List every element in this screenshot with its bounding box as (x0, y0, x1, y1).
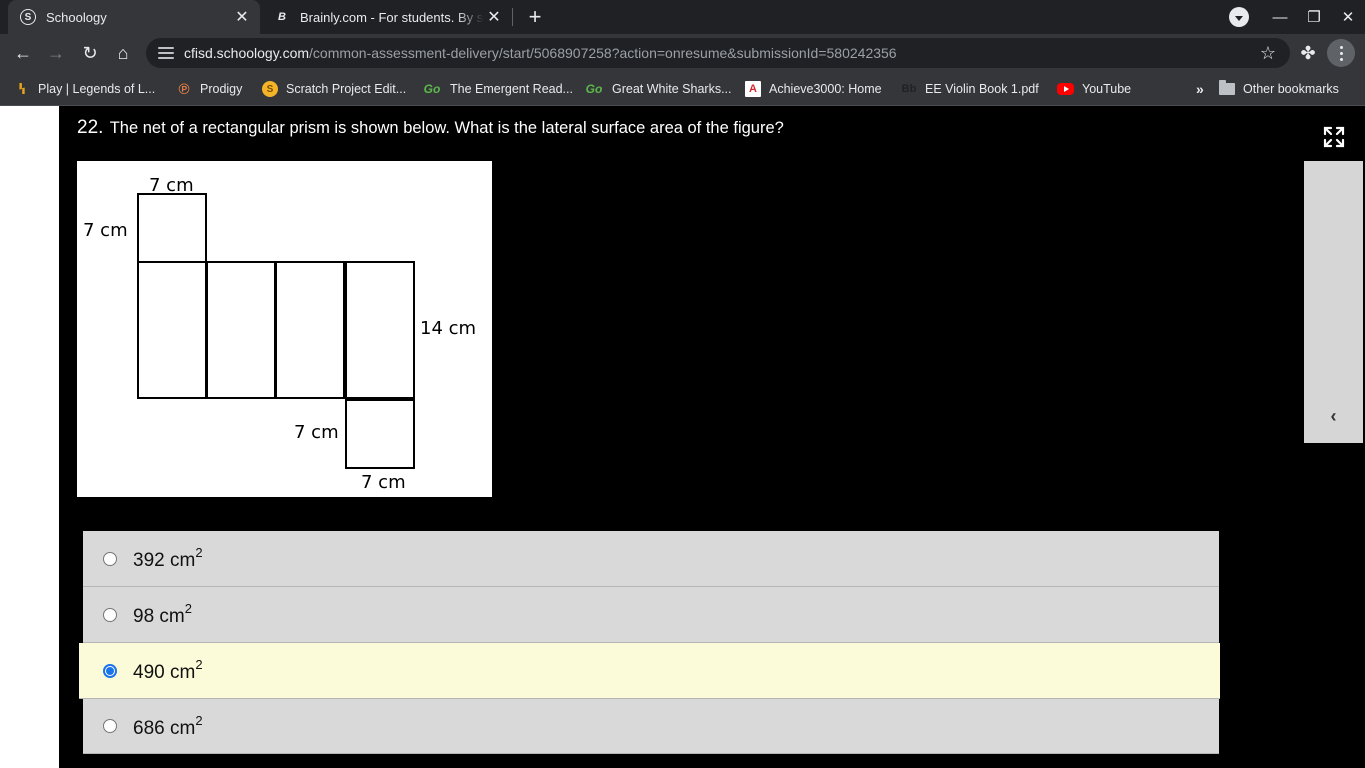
browser-menu-icon[interactable] (1327, 39, 1355, 67)
question-number: 22. (77, 117, 104, 138)
bookmark-youtube[interactable]: YouTube (1057, 78, 1131, 100)
tab-title: Schoology (46, 9, 107, 25)
choice-b[interactable]: 98 cm2 (83, 587, 1219, 643)
tab-title: Brainly.com - For students. By students (300, 9, 484, 25)
tab-strip: S Schoology ✕ B Brainly.com - For studen… (0, 0, 1365, 34)
other-bookmarks[interactable]: Other bookmarks (1219, 78, 1339, 100)
schoology-icon: S (20, 9, 36, 25)
bookmark-star-icon[interactable]: ☆ (1260, 43, 1276, 64)
fullscreen-icon[interactable] (1304, 112, 1363, 162)
forward-icon[interactable]: → (41, 38, 71, 68)
bookmark-great-white-sharks[interactable]: Go Great White Sharks... (584, 78, 732, 100)
net-bottom-face (345, 399, 415, 469)
browser-toolbar: ← → ↻ ⌂ cfisd.schoology.com/common-asses… (0, 34, 1365, 72)
bookmark-achieve3000[interactable]: A Achieve3000: Home (745, 78, 882, 100)
bookmarks-overflow-icon[interactable]: » (1196, 78, 1204, 100)
label-bottom-width: 7 cm (361, 472, 406, 493)
bookmark-violin-book[interactable]: Bb EE Violin Book 1.pdf (901, 78, 1039, 100)
choice-label: 392 cm2 (133, 545, 203, 571)
net-top-face (137, 193, 207, 263)
achieve-icon: A (745, 81, 761, 97)
net-lateral-face-4 (345, 261, 415, 399)
net-lateral-face-2 (206, 261, 276, 399)
folder-icon (1219, 80, 1235, 95)
radio-choice-b[interactable] (103, 607, 117, 622)
choice-label: 686 cm2 (133, 712, 203, 739)
label-side-height: 14 cm (420, 318, 476, 339)
site-info-icon[interactable] (158, 45, 174, 61)
label-top-width: 7 cm (149, 175, 194, 196)
choice-d[interactable]: 686 cm2 (83, 699, 1219, 754)
bookmark-emergent-reader[interactable]: Go The Emergent Read... (422, 78, 573, 100)
radio-choice-d[interactable] (103, 719, 117, 733)
question-text: The net of a rectangular prism is shown … (109, 119, 784, 137)
prodigy-icon: ℗ (178, 80, 190, 98)
radio-choice-c[interactable] (103, 663, 117, 678)
question-prompt: 22. The net of a rectangular prism is sh… (77, 117, 784, 139)
go-icon: Go (585, 82, 603, 96)
label-top-height: 7 cm (83, 220, 128, 241)
choice-a[interactable]: 392 cm2 (83, 531, 1219, 587)
assessment-page: 22. The net of a rectangular prism is sh… (0, 106, 1365, 768)
tab-separator (512, 8, 513, 26)
tab-search-icon[interactable] (1229, 7, 1249, 27)
reload-icon[interactable]: ↻ (75, 38, 105, 68)
close-icon[interactable]: ✕ (232, 7, 252, 27)
choice-label: 98 cm2 (133, 601, 192, 627)
close-icon[interactable]: ✕ (484, 7, 504, 27)
url-text: cfisd.schoology.com/common-assessment-de… (184, 45, 897, 61)
bookmarks-bar: ꝇ Play | Legends of L... ℗ Prodigy S Scr… (0, 72, 1365, 106)
choice-c[interactable]: 490 cm2 (79, 643, 1220, 699)
bookmark-legends[interactable]: ꝇ Play | Legends of L... (14, 78, 155, 100)
go-icon: Go (423, 82, 441, 96)
tab-schoology[interactable]: S Schoology ✕ (8, 0, 260, 34)
net-lateral-face-3 (275, 261, 345, 399)
label-bottom-height: 7 cm (294, 422, 339, 443)
new-tab-icon[interactable]: + (522, 4, 548, 30)
back-icon[interactable]: ← (8, 38, 38, 68)
restore-icon[interactable]: ❐ (1297, 0, 1331, 34)
extensions-icon[interactable]: ✤ (1294, 38, 1322, 68)
youtube-icon (1057, 83, 1074, 95)
prism-net-diagram: 7 cm 7 cm 14 cm 7 cm 7 cm (83, 175, 476, 493)
expand-arrows-icon (1323, 126, 1344, 148)
tab-brainly[interactable]: B Brainly.com - For students. By student… (262, 0, 512, 34)
chevron-left-icon[interactable]: ‹ (1304, 401, 1363, 431)
address-bar[interactable]: cfisd.schoology.com/common-assessment-de… (146, 38, 1290, 68)
net-lateral-face-1 (137, 261, 207, 399)
scratch-icon: S (262, 81, 278, 97)
close-window-icon[interactable]: ✕ (1331, 0, 1365, 34)
radio-choice-a[interactable] (103, 551, 117, 566)
brainly-icon: B (278, 11, 286, 23)
legends-icon: ꝇ (18, 80, 26, 97)
bookmark-scratch[interactable]: S Scratch Project Edit... (262, 78, 406, 100)
left-gutter (0, 106, 59, 768)
choice-label: 490 cm2 (133, 657, 203, 683)
blackboard-icon: Bb (901, 83, 917, 95)
home-icon[interactable]: ⌂ (108, 38, 138, 68)
minimize-icon[interactable]: — (1263, 0, 1297, 34)
bookmark-prodigy[interactable]: ℗ Prodigy (176, 78, 242, 100)
prism-net-figure: 7 cm 7 cm 14 cm 7 cm 7 cm (77, 161, 492, 497)
